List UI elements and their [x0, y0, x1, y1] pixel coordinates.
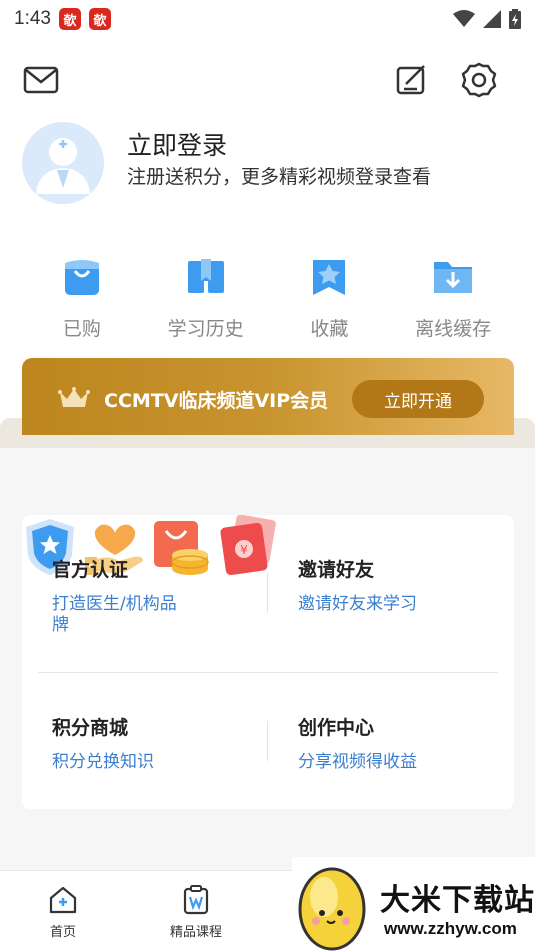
download-folder-icon — [432, 256, 474, 298]
quick-item-label: 学习历史 — [167, 318, 244, 340]
battery-icon — [509, 9, 521, 29]
status-bar: 1:43 欹 欹 — [0, 0, 535, 38]
service-invite-friends[interactable]: 邀请好友 邀请好友来学习 — [298, 555, 528, 615]
quick-item-label: 已购 — [62, 318, 101, 340]
profile-section[interactable]: 立即登录 注册送积分，更多精彩视频登录查看 — [22, 122, 522, 206]
service-subtitle: 分享视频得收益 — [298, 752, 417, 772]
watermark-url: www.zzhyw.com — [384, 919, 517, 938]
login-subtitle: 注册送积分，更多精彩视频登录查看 — [127, 166, 432, 188]
home-icon — [49, 886, 77, 914]
watermark-title: 大米下载站 — [380, 883, 535, 918]
wifi-icon — [453, 10, 475, 27]
notification-app-icon: 欹 — [88, 8, 111, 30]
divider — [267, 573, 268, 613]
avatar[interactable] — [22, 122, 104, 204]
tab-home[interactable]: 首页 — [48, 885, 78, 940]
service-subtitle: 打造医生/机构品牌 — [52, 594, 177, 635]
mail-icon[interactable] — [21, 60, 61, 100]
quick-actions: 已购 学习历史 收藏 离线缓存 — [20, 256, 515, 346]
service-creator-center[interactable]: 创作中心 分享视频得收益 — [298, 713, 528, 773]
service-points-mall[interactable]: 积分商城 积分兑换知识 — [52, 713, 282, 773]
tab-premium-courses[interactable]: 精品课程 — [170, 885, 222, 940]
watermark-logo: 大米下载站 www.zzhyw.com — [292, 857, 535, 951]
divider — [267, 721, 268, 761]
service-title: 积分商城 — [52, 717, 129, 739]
tab-label: 首页 — [49, 925, 76, 940]
quick-item-offline-cache[interactable]: 离线缓存 — [391, 256, 515, 346]
divider — [38, 672, 498, 673]
services-card: 官方认证 打造医生/机构品牌 邀请好友 邀请好友来学习 积分商城 积分兑换知识 … — [22, 514, 514, 809]
quick-item-favorites[interactable]: 收藏 — [268, 256, 392, 346]
vip-open-button[interactable]: 立即开通 — [352, 380, 484, 418]
book-icon — [185, 256, 227, 298]
edit-icon[interactable] — [392, 60, 432, 100]
quick-item-label: 离线缓存 — [415, 318, 492, 340]
service-official-certification[interactable]: 官方认证 打造医生/机构品牌 — [52, 555, 282, 636]
status-time: 1:43 — [14, 8, 51, 29]
gear-icon[interactable] — [459, 60, 499, 100]
crown-icon — [58, 387, 90, 407]
quick-item-purchased[interactable]: 已购 — [20, 256, 144, 346]
service-title: 邀请好友 — [298, 559, 375, 581]
star-bookmark-icon — [308, 256, 350, 298]
mascot-icon — [298, 867, 366, 951]
vip-banner[interactable]: CCMTV临床频道VIP会员 立即开通 — [22, 358, 514, 435]
signal-icon — [483, 10, 501, 28]
service-title: 官方认证 — [52, 559, 129, 581]
top-bar — [0, 60, 535, 104]
quick-item-label: 收藏 — [310, 318, 349, 340]
service-subtitle: 邀请好友来学习 — [298, 594, 417, 614]
service-subtitle: 积分兑换知识 — [52, 752, 154, 772]
tab-label: 精品课程 — [170, 925, 223, 940]
quick-item-history[interactable]: 学习历史 — [144, 256, 268, 346]
course-icon — [183, 885, 209, 915]
login-title[interactable]: 立即登录 — [127, 126, 227, 162]
vip-label: CCMTV临床频道VIP会员 — [104, 390, 329, 412]
service-title: 创作中心 — [298, 717, 375, 739]
notification-app-icon: 欹 — [58, 8, 81, 30]
shopping-bag-icon — [61, 256, 103, 298]
